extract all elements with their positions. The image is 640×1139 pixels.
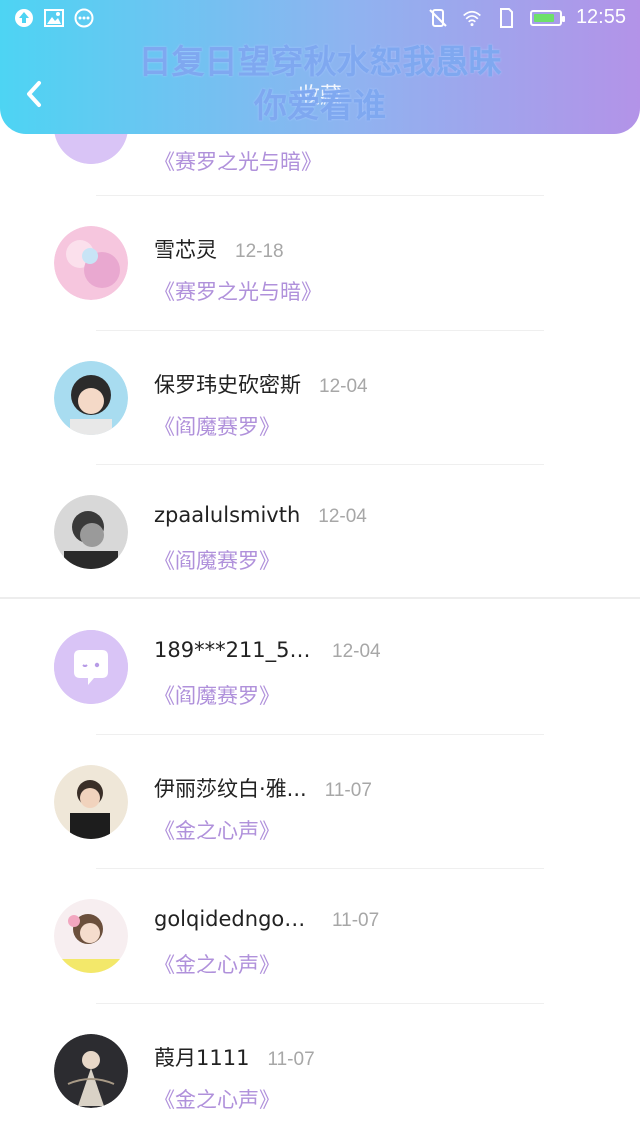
favorite-date: 11-07 [324,779,372,801]
favorite-date: 11-07 [332,910,380,932]
work-title[interactable]: 《阎魔赛罗》 [154,411,280,441]
work-title[interactable]: 《金之心声》 [154,815,280,845]
work-title[interactable]: 《赛罗之光与暗》 [154,276,322,306]
user-name: 保罗玮史砍密斯 [154,372,301,397]
favorite-date: 12-04 [332,641,381,663]
status-time: 12:55 [575,6,626,28]
list-item[interactable]: 189***211_516... 12-04 《阎魔赛罗》 [0,600,640,735]
avatar [54,226,128,300]
work-title[interactable]: 《赛罗之光与暗》 [154,146,322,176]
app-header: 12:55 收藏 [0,0,640,134]
list-item[interactable]: golqidedngom... 11-07 《金之心声》 [0,869,640,1005]
image-icon [44,8,64,28]
list-item[interactable]: 《赛罗之光与暗》 [0,90,640,196]
favorite-date: 11-07 [267,1049,315,1071]
list-item[interactable]: 保罗玮史砍密斯 12-04 《阎魔赛罗》 [0,331,640,466]
favorite-date: 12-04 [318,506,367,528]
vibrate-icon [428,8,448,28]
list-item[interactable]: zpaalulsmivth 12-04 《阎魔赛罗》 [0,465,640,600]
section-divider [0,597,640,599]
avatar [54,495,128,570]
avatar [54,360,128,435]
favorite-date: 12-04 [319,375,368,397]
battery-icon [529,9,565,26]
battery-level [533,13,555,22]
avatar [54,764,128,839]
status-bar: 12:55 [0,0,640,36]
sim-icon [496,7,516,28]
favorites-list: 《赛罗之光与暗》 雪芯灵 12-18 《赛罗之光与暗》 保罗玮史砍密斯 12-0… [0,90,640,1139]
user-name: 189***211_516... [154,638,314,663]
page-title: 收藏 [297,84,342,109]
work-title[interactable]: 《阎魔赛罗》 [154,680,280,710]
work-title[interactable]: 《阎魔赛罗》 [154,545,280,575]
user-name: 雪芯灵 [154,238,217,262]
work-title[interactable]: 《金之心声》 [154,1084,280,1114]
user-name: 伊丽莎纹白·雅... [154,776,307,801]
work-title[interactable]: 《金之心声》 [154,949,280,979]
avatar [54,630,128,705]
user-name: golqidedngom... [154,907,314,932]
avatar [54,899,128,974]
avatar [54,1034,128,1109]
wifi-icon [462,8,482,28]
user-name: 葭月1111 [154,1046,250,1071]
more-icon [74,8,94,28]
upload-icon [14,8,34,28]
favorite-date: 12-18 [235,241,284,262]
list-item[interactable]: 雪芯灵 12-18 《赛罗之光与暗》 [0,196,640,331]
list-item[interactable]: 伊丽莎纹白·雅... 11-07 《金之心声》 [0,735,640,870]
list-item[interactable]: 葭月1111 11-07 《金之心声》 [0,1004,640,1139]
user-name: zpaalulsmivth [154,503,301,528]
